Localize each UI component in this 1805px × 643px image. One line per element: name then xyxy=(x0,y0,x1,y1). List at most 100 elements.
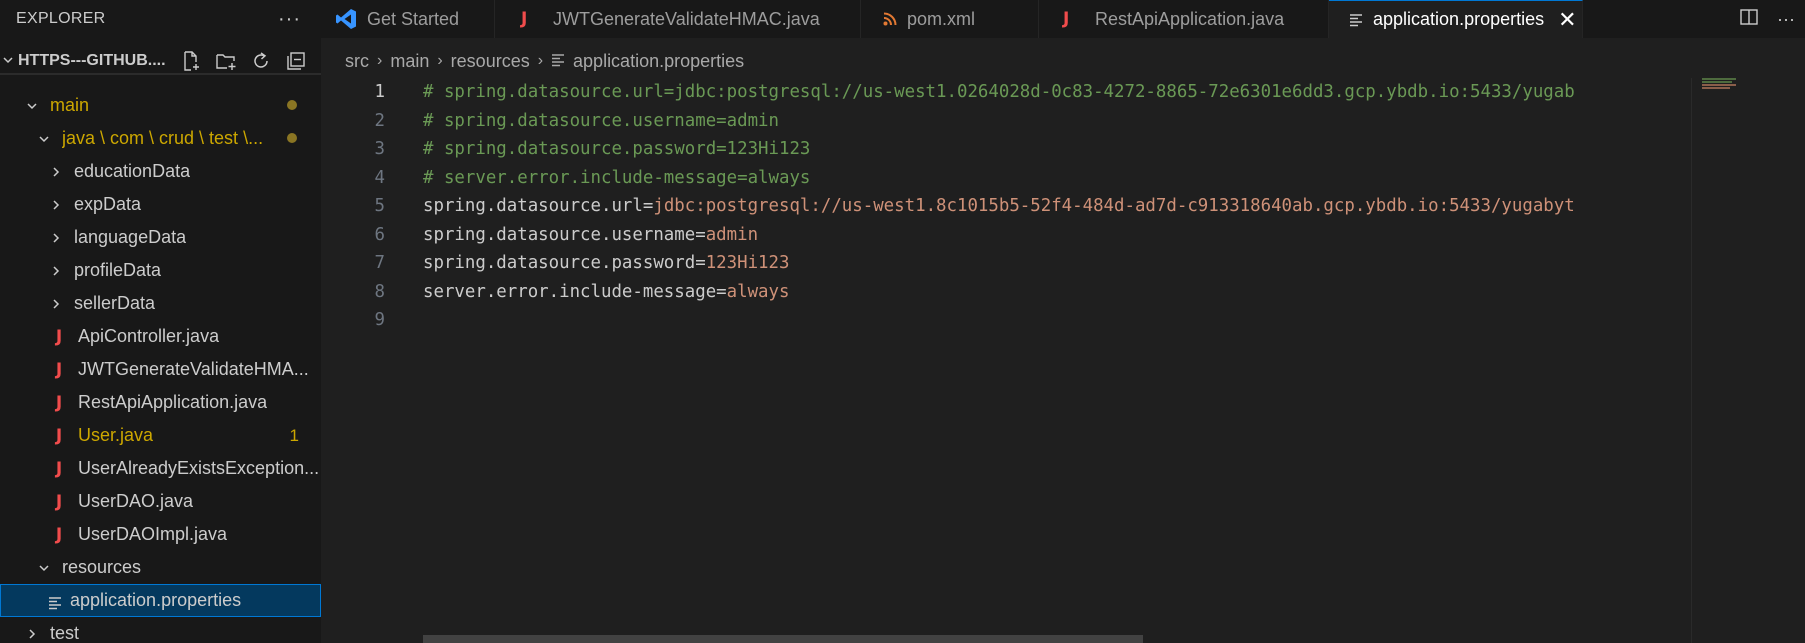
chevron-right-icon xyxy=(48,298,64,310)
tree-folder[interactable]: profileData xyxy=(0,254,321,287)
modified-dot xyxy=(287,133,297,143)
chevron-right-icon xyxy=(48,199,64,211)
java-icon: J xyxy=(1063,9,1070,29)
rss-icon xyxy=(883,12,897,26)
minimap-line xyxy=(1702,78,1736,80)
minimap-line xyxy=(1702,81,1732,83)
tree-item-label: sellerData xyxy=(74,293,156,313)
tree-folder[interactable]: languageData xyxy=(0,221,321,254)
tree-item-label: main xyxy=(50,95,90,115)
breadcrumb-item[interactable]: main xyxy=(390,51,429,72)
tree-item-label: languageData xyxy=(74,227,187,247)
tree-file[interactable]: J UserDAOImpl.java xyxy=(0,518,321,551)
code-line[interactable]: 6 spring.datasource.username=admin xyxy=(321,221,1691,250)
tree-item-label: test xyxy=(50,623,80,643)
split-editor-icon[interactable] xyxy=(1739,7,1759,32)
tree-folder[interactable]: sellerData xyxy=(0,287,321,320)
refresh-icon[interactable] xyxy=(250,50,272,72)
chevron-down-icon xyxy=(36,562,52,574)
workspace-root-label: HTTPS---GITHUB.... xyxy=(18,52,166,69)
tree-file[interactable]: J JWTGenerateValidateHMA... xyxy=(0,353,321,386)
tab-label: application.properties xyxy=(1373,9,1545,29)
more-actions-icon[interactable]: ··· xyxy=(278,8,301,31)
code-editor[interactable]: 1 # spring.datasource.url=jdbc:postgresql… xyxy=(321,78,1691,643)
tab-application-properties[interactable]: application.properties ✕ xyxy=(1329,0,1583,38)
tree-folder[interactable]: resources xyxy=(0,551,321,584)
tree-item-label: application.properties xyxy=(70,590,242,610)
minimap[interactable] xyxy=(1691,78,1805,643)
lines-icon xyxy=(48,594,62,609)
tree-folder[interactable]: expData xyxy=(0,188,321,221)
tree-item-label: java \ com \ crud \ test \... xyxy=(62,128,264,148)
breadcrumb-item[interactable]: src xyxy=(345,51,369,72)
property-key: spring.datasource.password= xyxy=(423,253,706,274)
java-icon: J xyxy=(55,425,63,446)
tab-get-started[interactable]: Get Started xyxy=(321,0,495,38)
line-number: 1 xyxy=(374,82,385,103)
tree-folder[interactable]: main xyxy=(0,89,321,122)
line-number: 2 xyxy=(374,110,385,131)
tab-actions: ··· xyxy=(1739,0,1805,38)
tab-jwt-generate[interactable]: J JWTGenerateValidateHMAC.java xyxy=(495,0,861,38)
code-line[interactable]: 5 spring.datasource.url=jdbc:postgresql:/… xyxy=(321,192,1691,221)
tree-item-label: ApiController.java xyxy=(78,326,220,346)
tree-file[interactable]: J User.java 1 xyxy=(0,419,321,452)
problem-count-badge: 1 xyxy=(289,425,299,445)
horizontal-scrollbar[interactable] xyxy=(423,635,1143,643)
workspace-root[interactable]: HTTPS---GITHUB.... xyxy=(0,38,321,84)
property-key: server.error.include-message= xyxy=(423,281,727,302)
tree-file[interactable]: J RestApiApplication.java xyxy=(0,386,321,419)
tree-folder[interactable]: test xyxy=(0,617,321,643)
breadcrumb-item[interactable]: resources xyxy=(451,51,530,72)
tree-item-label: JWTGenerateValidateHMA... xyxy=(78,359,309,379)
line-number: 5 xyxy=(374,196,385,217)
explorer-divider xyxy=(0,73,321,75)
tab-restapi-application[interactable]: J RestApiApplication.java xyxy=(1039,0,1329,38)
tree-file[interactable]: J ApiController.java xyxy=(0,320,321,353)
code-line[interactable]: 7 spring.datasource.password=123Hi123 xyxy=(321,249,1691,278)
code-comment: # spring.datasource.password=123Hi123 xyxy=(423,139,811,160)
line-number: 4 xyxy=(374,167,385,188)
breadcrumb-item[interactable]: application.properties xyxy=(573,51,744,72)
code-line[interactable]: 1 # spring.datasource.url=jdbc:postgresql… xyxy=(321,78,1691,107)
tree-item-label: UserDAOImpl.java xyxy=(78,524,228,544)
code-line[interactable]: 9 xyxy=(321,306,1691,335)
chevron-right-icon xyxy=(48,265,64,277)
chevron-right-icon xyxy=(48,166,64,178)
modified-dot xyxy=(287,100,297,110)
tree-item-label: RestApiApplication.java xyxy=(78,392,268,412)
java-icon: J xyxy=(55,359,63,380)
code-line[interactable]: 3 # spring.datasource.password=123Hi123 xyxy=(321,135,1691,164)
tab-pom-xml[interactable]: pom.xml xyxy=(861,0,1039,38)
new-folder-icon[interactable] xyxy=(215,50,237,72)
property-value: always xyxy=(726,281,790,302)
code-line[interactable]: 2 # spring.datasource.username=admin xyxy=(321,107,1691,136)
collapse-all-icon[interactable] xyxy=(285,50,307,72)
line-number: 7 xyxy=(374,253,385,274)
chevron-down-icon[interactable] xyxy=(2,53,16,70)
chevron-down-icon xyxy=(24,100,40,112)
tree-file[interactable]: J UserAlreadyExistsException... xyxy=(0,452,321,485)
tab-label: RestApiApplication.java xyxy=(1095,8,1285,29)
tree-file[interactable]: application.properties xyxy=(0,584,321,617)
chevron-right-icon xyxy=(48,232,64,244)
explorer-sidebar: EXPLORER ··· HTTPS---GITHUB.... main java… xyxy=(0,0,321,643)
code-line[interactable]: 8 server.error.include-message=always xyxy=(321,278,1691,307)
property-key: spring.datasource.url= xyxy=(423,196,654,217)
tree-folder[interactable]: educationData xyxy=(0,155,321,188)
explorer-actions xyxy=(180,50,307,72)
more-actions-icon[interactable]: ··· xyxy=(1777,9,1795,30)
new-file-icon[interactable] xyxy=(180,50,202,72)
code-comment: # spring.datasource.url=jdbc:postgresql:… xyxy=(423,82,1575,103)
lines-icon xyxy=(551,51,565,72)
tree-file[interactable]: J UserDAO.java xyxy=(0,485,321,518)
close-icon[interactable]: ✕ xyxy=(1558,7,1576,33)
code-line[interactable]: 4 # server.error.include-message=always xyxy=(321,164,1691,193)
tree-item-label: resources xyxy=(62,557,142,577)
java-icon: J xyxy=(521,9,528,29)
editor-tab-bar: Get Started J JWTGenerateValidateHMAC.ja… xyxy=(321,0,1805,38)
tree-folder[interactable]: java \ com \ crud \ test \... xyxy=(0,122,321,155)
line-number: 6 xyxy=(374,224,385,245)
tab-label: JWTGenerateValidateHMAC.java xyxy=(553,8,820,29)
chevron-right-icon: › xyxy=(537,52,544,69)
